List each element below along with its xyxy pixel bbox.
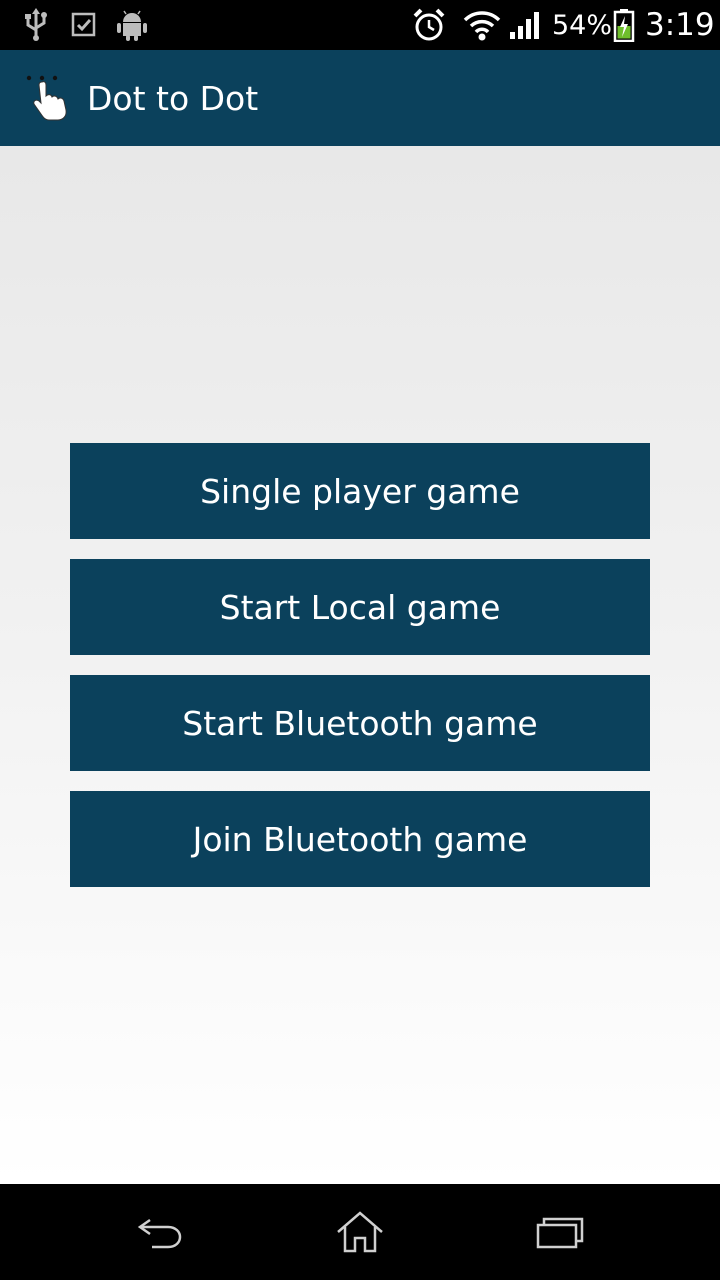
wifi-icon	[463, 0, 501, 50]
back-icon[interactable]	[100, 1184, 220, 1280]
usb-icon	[22, 0, 50, 50]
android-icon	[115, 0, 149, 50]
start-bluetooth-game-button[interactable]: Start Bluetooth game	[70, 675, 650, 771]
clock: 3:19	[645, 7, 715, 43]
start-local-game-button[interactable]: Start Local game	[70, 559, 650, 655]
battery-charging-icon	[613, 0, 635, 50]
checkbox-icon	[70, 0, 98, 50]
alarm-clock-icon	[412, 0, 446, 50]
battery-percent: 54%	[552, 9, 613, 41]
home-icon[interactable]	[300, 1184, 420, 1280]
status-bar: 54% 3:19	[0, 0, 720, 50]
signal-icon	[509, 0, 543, 50]
recents-icon[interactable]	[500, 1184, 620, 1280]
join-bluetooth-game-button[interactable]: Join Bluetooth game	[70, 791, 650, 887]
app-title: Dot to Dot	[87, 78, 259, 118]
navigation-bar	[0, 1184, 720, 1280]
single-player-game-button[interactable]: Single player game	[70, 443, 650, 539]
tapping-hand-icon[interactable]	[22, 72, 80, 126]
action-bar: Dot to Dot	[0, 50, 720, 146]
main-menu: Single player game Start Local game Star…	[0, 146, 720, 1184]
